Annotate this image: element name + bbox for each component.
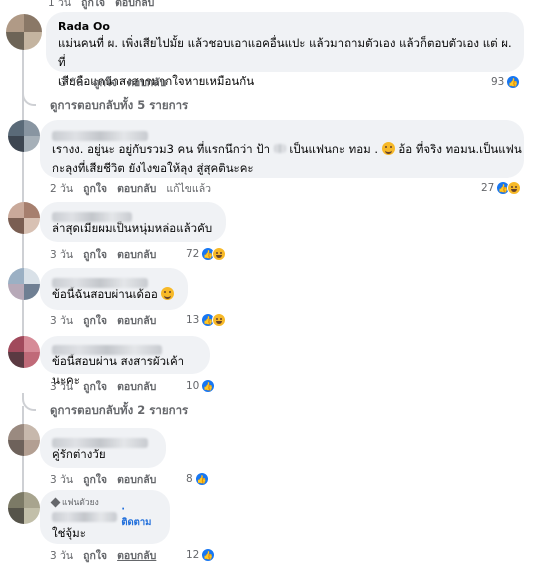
haha-reaction-icon — [507, 181, 522, 195]
avatar[interactable] — [8, 120, 40, 152]
reply-button[interactable]: ตอบกลับ — [117, 314, 156, 328]
comment-actions: 3 วัน ถูกใจ ตอบกลับ — [50, 314, 156, 328]
thread-line — [22, 406, 24, 506]
like-reaction-icon: 👍 — [506, 75, 521, 89]
like-button[interactable]: ถูกใจ — [83, 182, 107, 196]
avatar[interactable] — [8, 336, 40, 368]
reaction-count: 27 — [481, 182, 495, 194]
comment-bubble: Rada Oo แม่นคนที่ ผ. เพิ่งเสียไปมั้ย แล้… — [46, 12, 524, 88]
avatar[interactable] — [8, 268, 40, 300]
reaction-summary[interactable]: 13 👍 — [186, 313, 227, 327]
reply-button[interactable]: ตอบกลับ — [117, 182, 156, 196]
avatar[interactable] — [6, 14, 42, 50]
edited-label: แก้ไขแล้ว — [166, 183, 212, 195]
diamond-icon — [50, 497, 61, 507]
reaction-count: 10 — [186, 380, 200, 392]
comment-actions: 3 วัน ถูกใจ ตอบกลับ — [50, 380, 156, 394]
timestamp[interactable]: 3 วัน — [50, 549, 73, 563]
reply-button[interactable]: ตอบกลับ — [117, 248, 156, 262]
like-reaction-icon: 👍 — [201, 548, 216, 562]
follow-link[interactable]: · ติดตาม — [121, 504, 158, 530]
avatar[interactable] — [8, 424, 40, 456]
reply-button[interactable]: ตอบกลับ — [117, 549, 156, 563]
avatar[interactable] — [8, 492, 40, 524]
reaction-summary[interactable]: 8 👍 — [186, 472, 209, 486]
reply-bubble: เรางง. อยู่นะ อยู่กับรวม3 คน ที่แรกนึกว่… — [40, 120, 524, 178]
comment-actions: 3 วัน ถูกใจ ตอบกลับ — [50, 549, 156, 563]
reaction-count: 8 — [186, 473, 193, 485]
haha-reaction-icon — [212, 313, 227, 327]
blurred-name — [273, 144, 286, 153]
reply-bubble: ข้อนี้สอบผ่าน สงสารผัวเค้านะคะ — [40, 336, 210, 387]
timestamp[interactable]: 3 วัน — [50, 380, 73, 394]
like-button[interactable]: ถูกใจ — [83, 380, 107, 394]
view-replies-link[interactable]: ดูการตอบกลับทั้ง 2 รายการ — [30, 402, 188, 420]
reaction-summary[interactable]: 12 👍 — [186, 548, 216, 562]
reaction-summary[interactable]: 10 👍 — [186, 379, 216, 393]
like-reaction-icon: 👍 — [194, 472, 209, 486]
grin-emoji-icon — [381, 142, 395, 155]
reaction-count: 72 — [186, 248, 200, 260]
like-button[interactable]: ถูกใจ — [83, 549, 107, 563]
timestamp[interactable]: 2 วัน — [50, 182, 73, 196]
reply-bubble: ข้อนี้ฉันสอบผ่านเด้ออ — [40, 268, 188, 310]
comment-actions: 3 วัน ถูกใจ ตอบกลับ — [50, 473, 156, 487]
comment-text: แม่นคนที่ ผ. เพิ่งเสียไปมั้ย แล้วชอบเอาแ… — [58, 36, 512, 69]
reply-button[interactable]: ตอบกลับ — [117, 473, 156, 487]
comment-actions: 1 วัน ถูกใจ ตอบกลับ — [48, 0, 154, 10]
timestamp[interactable]: 3 วัน — [50, 473, 73, 487]
blurred-author-name — [52, 511, 118, 522]
like-button[interactable]: ถูกใจ — [93, 76, 117, 90]
grin-emoji-icon — [161, 287, 175, 300]
timestamp[interactable]: 3 วัน — [50, 314, 73, 328]
timestamp[interactable]: 3 วัน — [60, 76, 83, 90]
blurred-author-name — [52, 278, 148, 288]
reply-button[interactable]: ตอบกลับ — [127, 76, 166, 90]
comment-actions: 3 วัน ถูกใจ ตอบกลับ — [60, 76, 166, 90]
blurred-author-name — [52, 212, 132, 222]
reaction-summary[interactable]: 93 👍 — [491, 75, 521, 89]
reply-button[interactable]: ตอบกลับ — [115, 0, 154, 10]
avatar[interactable] — [8, 202, 40, 234]
reply-button[interactable]: ตอบกลับ — [117, 380, 156, 394]
timestamp[interactable]: 3 วัน — [50, 248, 73, 262]
comment-text: ข้อนี้ฉันสอบผ่านเด้ออ — [52, 287, 158, 301]
comment-actions: 2 วัน ถูกใจ ตอบกลับ แก้ไขแล้ว — [50, 182, 211, 196]
blurred-author-name — [52, 345, 162, 355]
reply-bubble: คู่รักต่างวัย — [40, 428, 166, 468]
reaction-summary[interactable]: 27 👍 — [481, 181, 522, 195]
reaction-summary[interactable]: 72 👍 — [186, 247, 227, 261]
comment-text: เรางง. อยู่นะ อยู่กับรวม3 คน ที่แรกนึกว่… — [52, 142, 271, 156]
comment-actions: 3 วัน ถูกใจ ตอบกลับ — [50, 248, 156, 262]
reaction-count: 13 — [186, 314, 200, 326]
like-button[interactable]: ถูกใจ — [83, 248, 107, 262]
timestamp[interactable]: 1 วัน — [48, 0, 71, 10]
comment-author[interactable]: Rada Oo — [58, 19, 512, 34]
comment-text: กะลุงที่เสียชีวิต ยังไงขอให้ลุง สู่สุคติ… — [52, 161, 254, 175]
blurred-author-name — [52, 131, 148, 141]
blurred-author-name — [52, 438, 148, 448]
like-reaction-icon: 👍 — [201, 379, 216, 393]
haha-reaction-icon — [212, 247, 227, 261]
like-button[interactable]: ถูกใจ — [83, 314, 107, 328]
reply-bubble: ล่าสุดเมียผมเป็นหนุ่มหล่อแล้วคับ — [40, 202, 226, 242]
view-replies-link[interactable]: ดูการตอบกลับทั้ง 5 รายการ — [30, 97, 188, 115]
reaction-count: 12 — [186, 549, 200, 561]
like-button[interactable]: ถูกใจ — [81, 0, 105, 10]
reaction-count: 93 — [491, 76, 505, 88]
like-button[interactable]: ถูกใจ — [83, 473, 107, 487]
reply-bubble: แฟนตัวยง · ติดตาม ใช่จุ้มะ — [40, 490, 170, 544]
